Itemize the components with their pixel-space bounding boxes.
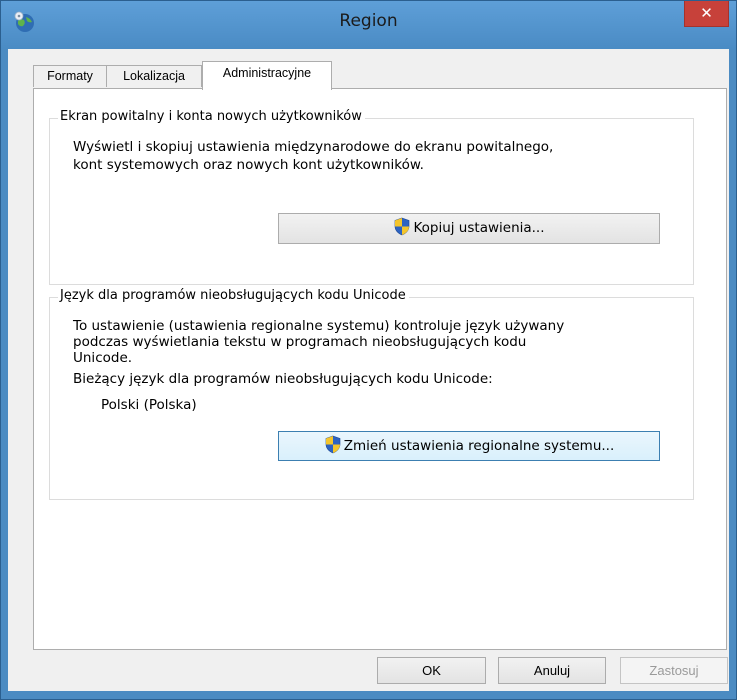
tab-formaty[interactable]: Formaty: [33, 65, 107, 87]
tab-panel-administracyjne: Ekran powitalny i konta nowych użytkowni…: [33, 88, 727, 650]
tab-administracyjne[interactable]: Administracyjne: [202, 61, 332, 90]
uac-shield-icon: [325, 435, 341, 454]
apply-button[interactable]: Zastosuj: [620, 657, 728, 684]
welcome-description-line2: kont systemowych oraz nowych kont użytko…: [73, 157, 424, 173]
ok-button[interactable]: OK: [377, 657, 486, 684]
uac-shield-icon: [395, 217, 410, 236]
welcome-screen-group: Ekran powitalny i konta nowych użytkowni…: [49, 109, 694, 285]
cancel-button[interactable]: Anuluj: [498, 657, 606, 684]
unicode-description-line2: podczas wyświetlania tekstu w programach…: [73, 334, 527, 350]
title-bar[interactable]: Region ✕: [1, 1, 736, 49]
dialog-client-area: Formaty Lokalizacja Administracyjne Ekra…: [8, 49, 729, 691]
region-dialog: Region ✕ Formaty Lokalizacja Administrac…: [0, 0, 737, 700]
window-title: Region: [339, 11, 398, 31]
change-system-locale-button[interactable]: Zmień ustawienia regionalne systemu...: [278, 431, 660, 461]
tab-lokalizacja[interactable]: Lokalizacja: [106, 65, 202, 87]
unicode-description-line1: To ustawienie (ustawienia regionalne sys…: [73, 318, 565, 334]
current-language-value: Polski (Polska): [101, 397, 197, 413]
welcome-group-label: Ekran powitalny i konta nowych użytkowni…: [58, 109, 365, 124]
copy-settings-button[interactable]: Kopiuj ustawienia...: [278, 213, 660, 244]
change-system-locale-label: Zmień ustawienia regionalne systemu...: [343, 438, 615, 454]
unicode-description-line3: Unicode.: [73, 350, 133, 366]
current-language-label: Bieżący język dla programów nieobsługują…: [73, 371, 493, 387]
unicode-language-group: Język dla programów nieobsługujących kod…: [49, 288, 694, 500]
close-button[interactable]: ✕: [684, 1, 729, 27]
close-icon: ✕: [700, 4, 713, 22]
welcome-description-line1: Wyświetl i skopiuj ustawienia międzynaro…: [73, 139, 554, 155]
copy-settings-label: Kopiuj ustawienia...: [413, 220, 545, 236]
unicode-group-label: Język dla programów nieobsługujących kod…: [58, 288, 409, 303]
